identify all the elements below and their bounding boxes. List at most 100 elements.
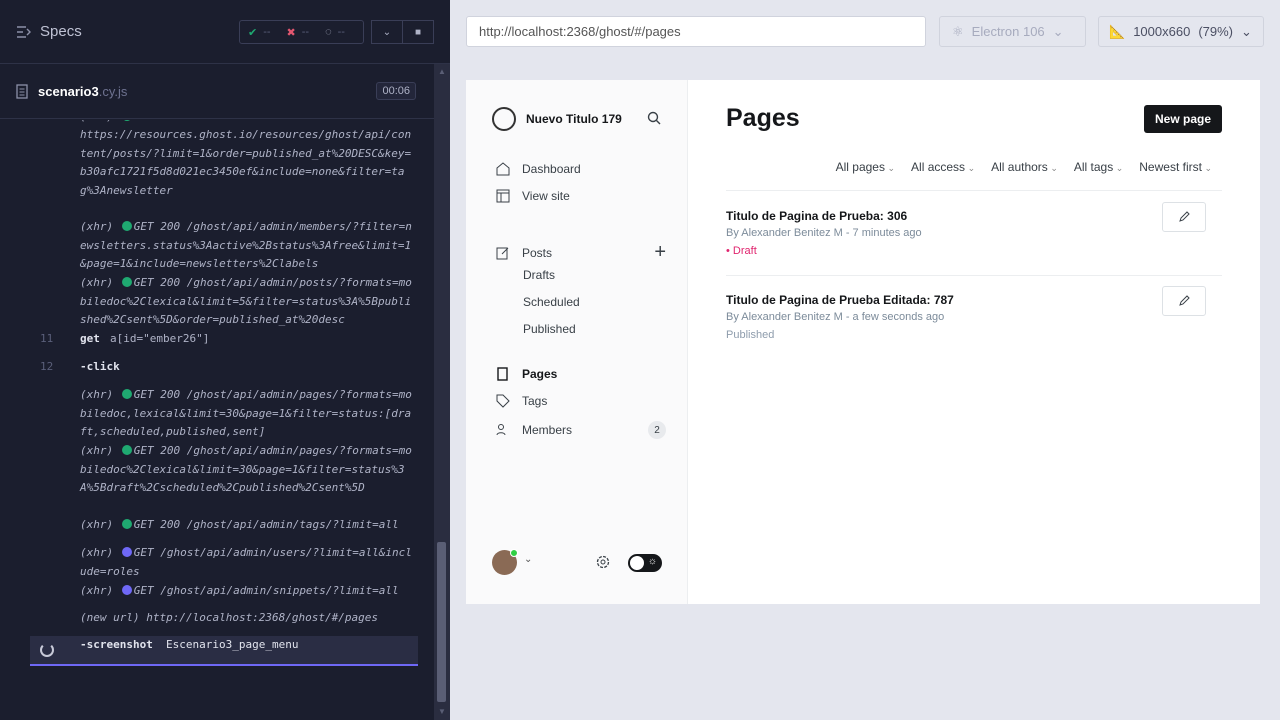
status-dot-icon [121,277,132,287]
spec-file-header: scenario3.cy.js 00:06 [0,64,450,119]
nav-scheduled[interactable]: Scheduled [523,295,693,309]
chevron-down-icon: ⌄ [1241,24,1252,39]
log-xhr-text: (xhr) GET 200 /ghost/api/admin/members/?… [80,220,412,270]
status-dot-icon [121,519,132,529]
pencil-icon [1179,211,1190,222]
item-title: Titulo de Pagina de Prueba: 306 [726,209,908,223]
line-number: 12 [40,360,54,373]
log-xhr-text: (xhr) GET /ghost/api/admin/users/?limit=… [80,546,412,578]
nav-dashboard[interactable]: Dashboard [496,162,666,176]
specs-label: Specs [40,23,82,40]
spec-file-name: scenario3.cy.js [38,83,128,99]
specs-toggle[interactable]: Specs [16,23,82,40]
site-brand[interactable]: Nuevo Titulo 179 [492,107,622,131]
filter-access[interactable]: All access [911,160,975,174]
filter-type[interactable]: All pages [836,160,895,174]
command-name: -screenshot [80,638,153,651]
site-title: Nuevo Titulo 179 [526,112,622,126]
log-text: https://resources.ghost.io/resources/gho… [80,128,412,197]
gear-icon[interactable] [595,554,611,570]
app-frame: Nuevo Titulo 179 Dashboard View site Pos… [466,80,1260,604]
check-icon: ✔ [248,26,258,39]
status-dot-icon [121,120,132,121]
spinner-icon [40,643,54,657]
filter-authors[interactable]: All authors [991,160,1058,174]
status-dot-icon [121,221,132,231]
filter-order[interactable]: Newest first [1139,160,1212,174]
members-count-badge: 2 [648,421,666,439]
nav-published[interactable]: Published [523,322,693,336]
log-new-url: (new url) http://localhost:2368/ghost/#/… [80,611,379,624]
aut-panel: http://localhost:2368/ghost/#/pages ⚛ Ele… [450,0,1280,720]
site-logo-icon [492,107,516,131]
passed-count: -- [263,26,271,38]
scroll-down-icon[interactable]: ▼ [437,707,447,717]
active-command-row[interactable]: -screenshot Escenario3_page_menu [30,636,418,666]
edit-button[interactable] [1162,202,1206,232]
chevron-down-icon[interactable]: ⌄ [524,554,532,565]
list-item[interactable]: Titulo de Pagina de Prueba Editada: 787 … [726,286,1222,377]
sun-icon: ☼ [647,556,657,567]
command-arg: a[id="ember26"] [110,332,210,345]
electron-icon: ⚛ [952,24,964,39]
cypress-runner-panel: Specs ✔ -- ✖ -- ◌ -- ⌄ ■ scenario3.cy.js 00… [0,0,450,720]
failed-count: -- [301,26,310,38]
item-meta: By Alexander Benitez M - a few seconds a… [726,311,945,323]
command-name: -click [80,360,120,373]
divider [726,275,1222,276]
chevron-down-icon: ⌄ [1052,24,1064,39]
online-status-icon [510,549,518,557]
chevron-down-icon: ⌄ [382,26,392,38]
stop-button[interactable]: ■ [402,20,434,44]
nav-view-site[interactable]: View site [496,189,666,203]
pending-dot-icon [121,585,132,595]
run-timer: 00:06 [376,82,416,100]
list-item[interactable]: Titulo de Pagina de Prueba: 306 By Alexa… [726,202,1222,293]
line-number: 11 [40,332,54,345]
tag-icon [496,394,510,408]
browser-selector[interactable]: ⚛ Electron 106 ⌄ [939,16,1086,47]
nav-drafts[interactable]: Drafts [523,268,693,282]
nav-pages[interactable]: Pages [496,367,666,381]
status-dot-icon [121,389,132,399]
pencil-icon [1179,295,1190,306]
status-badge: Published [726,329,775,341]
scrollbar-thumb[interactable] [437,542,446,702]
pending-count: -- [337,26,345,38]
edit-button[interactable] [1162,286,1206,316]
layout-icon [496,189,510,203]
pending-dot-icon [121,547,132,557]
pages-main: Pages New page All pages All access All … [726,80,1222,604]
log-xhr-text: (xhr) GET 200 /ghost/api/admin/tags/?lim… [80,518,399,531]
ruler-icon: 📐 [1109,24,1126,39]
url-bar[interactable]: http://localhost:2368/ghost/#/pages [466,16,926,47]
members-icon [496,424,506,436]
log-xhr-text: (xhr) GET /ghost/api/admin/snippets/?lim… [80,584,399,597]
scroll-up-icon[interactable]: ▲ [437,67,447,77]
search-icon[interactable] [647,111,661,125]
status-dot-icon [121,445,132,455]
log-xhr-text: (xhr) GET 200 /ghost/api/admin/posts/?fo… [80,276,412,326]
add-post-icon[interactable]: + [654,241,666,264]
command-log: (xhr) GET 200 https://resources.ghost.io… [30,120,418,680]
nav-posts[interactable]: Posts + [496,241,666,264]
file-icon [16,83,28,99]
page-title: Pages [726,104,800,132]
specs-menu-icon [17,25,31,38]
log-scrollbar[interactable]: ▲ ▼ [434,64,450,720]
dark-mode-toggle[interactable]: ☼ [628,554,662,572]
x-icon: ✖ [286,26,296,39]
chevron-down-button[interactable]: ⌄ [371,20,403,44]
item-meta: By Alexander Benitez M - 7 minutes ago [726,227,922,239]
nav-tags[interactable]: Tags [496,394,666,408]
nav-members[interactable]: Members 2 [496,421,666,439]
home-icon [496,162,510,176]
ghost-sidebar: Nuevo Titulo 179 Dashboard View site Pos… [466,80,688,604]
viewport-selector[interactable]: 📐 1000x660 (79%) ⌄ [1098,16,1264,47]
divider [726,190,1222,191]
stop-icon: ■ [414,26,422,38]
filter-tags[interactable]: All tags [1074,160,1123,174]
zoom-level: (79%) [1198,24,1233,39]
new-page-button[interactable]: New page [1143,105,1222,133]
command-name: get [80,332,100,345]
